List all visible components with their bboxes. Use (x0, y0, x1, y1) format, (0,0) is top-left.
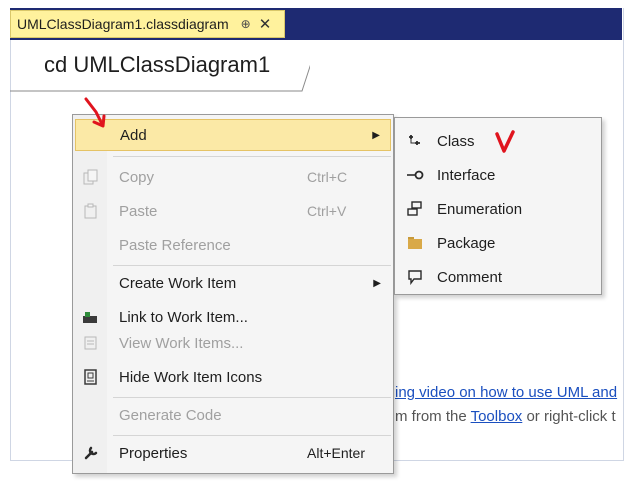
menu-item-label: Generate Code (119, 406, 222, 424)
hint-line-2: m from the Toolbox or right-click t (395, 408, 616, 425)
menu-item-generate-code[interactable]: Generate Code (75, 399, 391, 431)
toolbox-link[interactable]: Toolbox (471, 408, 523, 425)
menu-item-label: Hide Work Item Icons (119, 368, 263, 386)
menu-item-hide-work-item-icons[interactable]: Hide Work Item Icons (75, 361, 391, 393)
hint-line-1: ing video on how to use UML and (395, 384, 617, 401)
submenu-item-label: Interface (437, 166, 496, 184)
comment-icon (405, 267, 425, 287)
package-icon (405, 233, 425, 253)
hint-video-link[interactable]: ing video on how to use UML and (395, 384, 617, 401)
wrench-icon (81, 443, 101, 463)
hide-work-item-icons-icon (81, 367, 101, 387)
menu-separator (113, 156, 391, 157)
submenu-item-label: Class (437, 132, 475, 150)
paste-icon (81, 201, 101, 221)
submenu-arrow-icon: ▶ (372, 129, 380, 141)
menu-item-label: Copy (119, 168, 155, 186)
submenu-item-package[interactable]: Package (397, 226, 599, 260)
menu-item-paste-reference[interactable]: Paste Reference (75, 229, 391, 261)
diagram-title: cd UMLClassDiagram1 (44, 52, 271, 77)
menu-item-label: Create Work Item (119, 274, 237, 292)
submenu-item-label: Comment (437, 268, 503, 286)
menu-item-label: Paste Reference (119, 236, 231, 254)
menu-item-copy[interactable]: Copy Ctrl+C (75, 161, 391, 193)
pin-icon[interactable]: ⊕ (241, 17, 251, 31)
link-work-item-icon (81, 307, 101, 327)
interface-icon (405, 165, 425, 185)
annotation-arrow-icon (84, 97, 106, 128)
menu-item-label: Add (120, 126, 147, 144)
tab-title: UMLClassDiagram1.classdiagram (17, 16, 229, 32)
class-icon (405, 131, 425, 151)
menu-item-add[interactable]: Add ▶ (75, 119, 391, 151)
submenu-item-comment[interactable]: Comment (397, 260, 599, 294)
menu-item-shortcut: Alt+Enter (307, 445, 365, 461)
hint-text-suffix: or right-click t (522, 408, 616, 425)
menu-separator (113, 265, 391, 266)
hint-text-prefix: m from the (395, 408, 471, 425)
menu-item-label: Properties (119, 444, 188, 462)
menu-item-paste[interactable]: Paste Ctrl+V (75, 195, 391, 227)
submenu-item-enumeration[interactable]: Enumeration (397, 192, 599, 226)
submenu-item-label: Package (437, 234, 496, 252)
annotation-checkmark-icon (495, 130, 515, 153)
menu-separator (113, 397, 391, 398)
close-icon[interactable]: ✕ (259, 15, 272, 33)
context-menu: Add ▶ Copy Ctrl+C Paste Ctrl+V Paste Ref… (72, 114, 394, 474)
view-work-items-icon (81, 333, 101, 353)
menu-item-label: View Work Items... (119, 334, 244, 352)
enumeration-icon (405, 199, 425, 219)
menu-item-shortcut: Ctrl+V (307, 203, 347, 219)
submenu-arrow-icon: ▶ (373, 277, 381, 289)
menu-item-view-work-items[interactable]: View Work Items... (75, 327, 391, 359)
menu-item-create-work-item[interactable]: Create Work Item ▶ (75, 267, 391, 299)
document-tab[interactable]: UMLClassDiagram1.classdiagram ⊕ ✕ (10, 10, 285, 38)
submenu-item-label: Enumeration (437, 200, 523, 218)
submenu-item-interface[interactable]: Interface (397, 158, 599, 192)
copy-icon (81, 167, 101, 187)
menu-item-properties[interactable]: Properties Alt+Enter (75, 437, 391, 469)
menu-item-label: Paste (119, 202, 158, 220)
menu-item-shortcut: Ctrl+C (307, 169, 348, 185)
diagram-frame-header: cd UMLClassDiagram1 (10, 40, 310, 92)
menu-item-label: Link to Work Item... (119, 308, 248, 326)
menu-separator (113, 435, 391, 436)
